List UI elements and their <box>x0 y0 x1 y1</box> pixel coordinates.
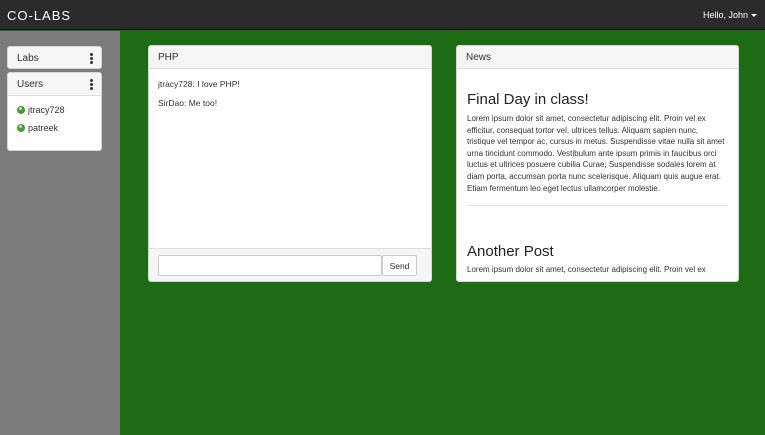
labs-options-icon[interactable] <box>90 53 93 64</box>
labs-panel-header[interactable]: Labs <box>8 47 101 68</box>
chat-title: PHP <box>158 52 179 63</box>
users-title: Users <box>17 79 44 90</box>
users-panel-header[interactable]: Users <box>8 73 101 96</box>
globe-icon <box>17 106 25 114</box>
user-name: patreek <box>28 123 59 133</box>
news-panel: News Final Day in class! Lorem ipsum dol… <box>456 45 739 282</box>
chat-panel: PHP jtracy728: I love PHP! SirDao: Me to… <box>148 45 432 282</box>
post-body: Lorem ipsum dolor sit amet, consectetur … <box>467 114 725 193</box>
chat-message-input[interactable] <box>158 255 382 276</box>
top-navbar: CO-LABS Hello, John <box>0 0 765 30</box>
user-list-item[interactable]: patreek <box>8 120 101 136</box>
post-title: Final Day in class! <box>467 91 589 108</box>
user-name: jtracy728 <box>28 105 65 115</box>
globe-icon <box>17 124 25 132</box>
post-body: Lorem ipsum dolor sit amet, consectetur … <box>467 265 706 275</box>
post-title: Another Post <box>467 243 554 261</box>
users-panel: Users jtracy728 patreek <box>7 72 102 151</box>
brand-logo[interactable]: CO-LABS <box>7 8 71 23</box>
send-button[interactable]: Send <box>382 255 417 276</box>
news-panel-header: News <box>457 46 738 69</box>
news-feed[interactable]: Final Day in class! Lorem ipsum dolor si… <box>457 69 738 281</box>
chat-message: SirDao: Me too! <box>158 98 218 108</box>
users-options-icon[interactable] <box>90 79 93 90</box>
chat-message: jtracy728: I love PHP! <box>158 79 240 89</box>
user-list-item[interactable]: jtracy728 <box>8 102 101 118</box>
labs-panel: Labs <box>7 46 102 69</box>
chat-footer: Send <box>149 248 431 281</box>
labs-title: Labs <box>17 53 39 64</box>
chat-panel-header: PHP <box>149 46 431 69</box>
user-greeting: Hello, John <box>702 10 748 20</box>
caret-down-icon <box>751 14 757 18</box>
news-title: News <box>466 52 492 63</box>
post-divider <box>467 205 728 207</box>
user-menu-dropdown[interactable]: Hello, John <box>703 10 757 20</box>
